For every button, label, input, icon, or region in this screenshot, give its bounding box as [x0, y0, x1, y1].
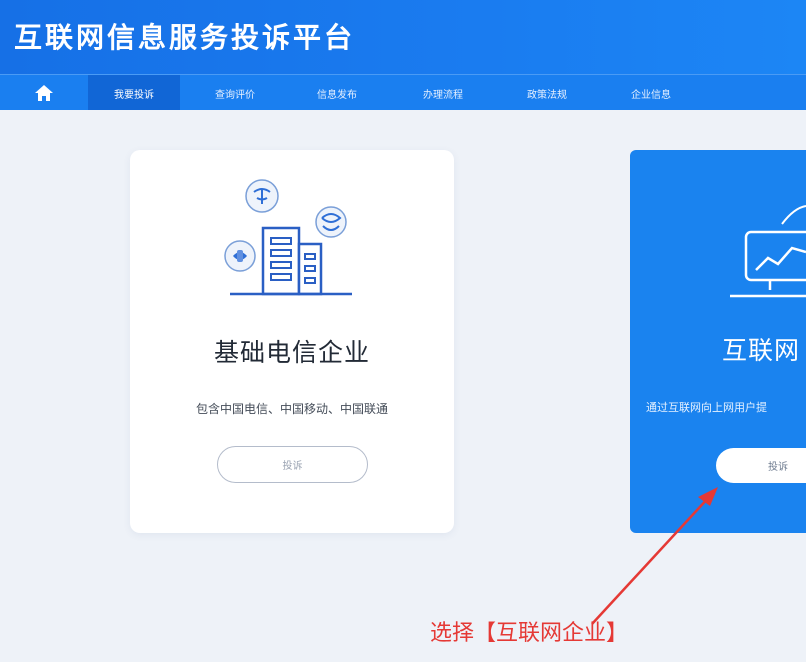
main-nav: 我要投诉 查询评价 信息发布 办理流程 政策法规 企业信息 — [0, 74, 806, 111]
nav-item-policy[interactable]: 政策法规 — [502, 75, 592, 111]
complaint-button-internet[interactable]: 投诉 — [716, 448, 806, 483]
nav-item-label: 政策法规 — [527, 89, 567, 101]
nav-item-label: 我要投诉 — [114, 89, 154, 101]
nav-item-label: 信息发布 — [317, 89, 357, 101]
nav-item-company[interactable]: 企业信息 — [606, 75, 696, 111]
telecom-logo-icon — [245, 179, 279, 213]
site-title: 互联网信息服务投诉平台 — [14, 21, 356, 54]
nav-item-query[interactable]: 查询评价 — [190, 75, 280, 111]
nav-item-label: 查询评价 — [215, 89, 255, 101]
nav-item-process[interactable]: 办理流程 — [398, 75, 488, 111]
mobile-logo-icon — [315, 206, 347, 238]
monitor-chart-icon — [730, 205, 806, 298]
unicom-logo-icon — [224, 240, 256, 272]
nav-home[interactable] — [0, 75, 88, 111]
telecom-illustration — [224, 179, 352, 296]
site-header: 互联网信息服务投诉平台 — [0, 0, 806, 74]
card-title: 基础电信企业 — [213, 338, 370, 367]
card-description-internet: 通过互联网向上网用户提 — [646, 401, 767, 414]
nav-item-complaint[interactable]: 我要投诉 — [88, 75, 180, 111]
card-description: 包含中国电信、中国移动、中国联通 — [195, 402, 388, 416]
home-icon — [35, 85, 53, 101]
complaint-button-basic-telecom[interactable]: 投诉 — [217, 446, 368, 483]
button-label: 投诉 — [768, 462, 788, 473]
annotation-text: 选择【互联网企业】 — [430, 621, 629, 646]
card-title-internet: 互联网 — [722, 336, 801, 365]
nav-item-label: 企业信息 — [631, 89, 671, 101]
button-label: 投诉 — [282, 461, 303, 472]
nav-item-info[interactable]: 信息发布 — [292, 75, 382, 111]
nav-item-label: 办理流程 — [423, 89, 463, 101]
